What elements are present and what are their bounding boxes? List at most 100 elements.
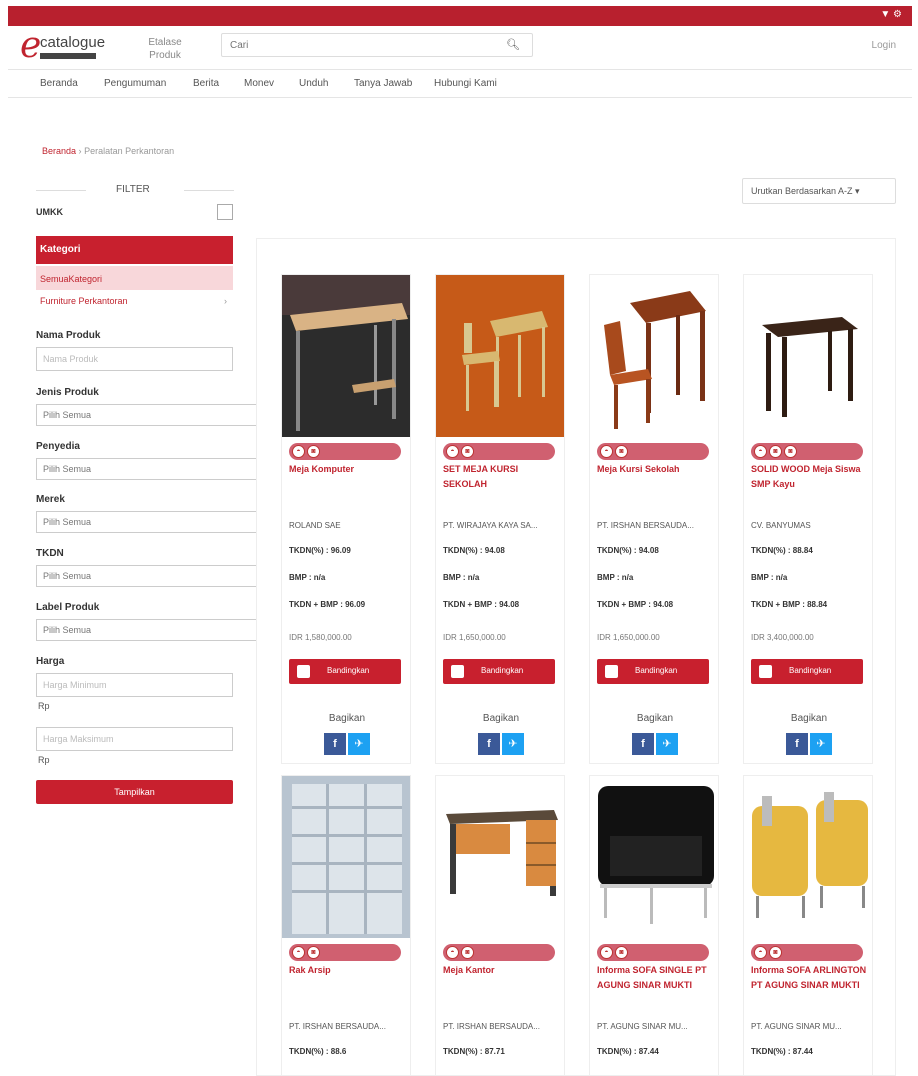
label-produk-select[interactable]: Pilih Semua (36, 619, 260, 641)
umkk-checkbox[interactable] (217, 204, 233, 220)
nav-beranda[interactable]: Beranda (40, 78, 78, 89)
kategori-semua[interactable]: SemuaKategori (36, 266, 233, 290)
product-badges: ◓ ◙ ◙ (751, 443, 863, 460)
compare-checkbox[interactable] (759, 665, 772, 678)
etalase-produk-link[interactable]: Etalase Produk (140, 36, 190, 62)
sort-dropdown[interactable]: Urutkan Berdasarkan A-Z ▾ (742, 178, 896, 204)
facebook-icon[interactable]: f (478, 733, 500, 755)
twitter-icon[interactable]: ✈︎ (810, 733, 832, 755)
tampilkan-button[interactable]: Tampilkan (36, 780, 233, 804)
merek-select[interactable]: Pilih Semua (36, 511, 260, 533)
nama-produk-input[interactable]: Nama Produk (36, 347, 233, 371)
product-name[interactable]: SET MEJA KURSI SEKOLAH (443, 462, 561, 492)
compare-checkbox[interactable] (451, 665, 464, 678)
header: e catalogue Etalase Produk 🔍︎ Login (8, 25, 912, 70)
product-seller: ROLAND SAE (289, 521, 341, 530)
product-tkdn-bmp: TKDN + BMP : 94.08 (443, 600, 520, 609)
product-card[interactable]: ◓ ◙ Meja Kantor PT. IRSHAN BERSAUDA... T… (435, 775, 565, 1076)
product-name[interactable]: SOLID WOOD Meja Siswa SMP Kayu (751, 462, 869, 492)
product-card[interactable]: ◓ ◙ Rak Arsip PT. IRSHAN BERSAUDA... TKD… (281, 775, 411, 1076)
product-card[interactable]: ◓ ◙ Informa SOFA SINGLE PT AGUNG SINAR M… (589, 775, 719, 1076)
compare-button[interactable]: Bandingkan (597, 659, 709, 684)
search-icon[interactable]: 🔍︎ (506, 38, 520, 51)
nav-hubungi-kami[interactable]: Hubungi Kami (434, 78, 497, 89)
nav-monev[interactable]: Monev (244, 78, 274, 89)
search-box: 🔍︎ (221, 33, 533, 57)
search-input[interactable] (222, 34, 492, 56)
kategori-furniture[interactable]: Furniture Perkantoran › (36, 292, 233, 312)
product-card[interactable]: ◓ ◙ Meja Komputer ROLAND SAE TKDN(%) : 9… (281, 274, 411, 764)
jenis-produk-select[interactable]: Pilih Semua (36, 404, 260, 426)
nav-pengumuman[interactable]: Pengumuman (104, 78, 166, 89)
product-card[interactable]: ◓ ◙ SET MEJA KURSI SEKOLAH PT. WIRAJAYA … (435, 274, 565, 764)
product-name[interactable]: Meja Kursi Sekolah (597, 462, 715, 477)
product-price: IDR 1,650,000.00 (443, 633, 506, 642)
main-nav: Beranda Pengumuman Berita Monev Unduh Ta… (8, 70, 912, 98)
product-image[interactable] (590, 275, 719, 437)
badge-icon: ◓ (292, 946, 305, 959)
tkdn-select[interactable]: Pilih Semua (36, 565, 260, 587)
harga-min-input[interactable]: Harga Minimum (36, 673, 233, 697)
product-bmp: BMP : n/a (289, 573, 326, 582)
twitter-icon[interactable]: ✈︎ (502, 733, 524, 755)
share-label: Bagikan (636, 713, 674, 724)
nav-berita[interactable]: Berita (193, 78, 219, 89)
umkk-label: UMKK (36, 207, 63, 217)
product-name[interactable]: Rak Arsip (289, 963, 407, 978)
share-label: Bagikan (790, 713, 828, 724)
product-name[interactable]: Informa SOFA ARLINGTON PT AGUNG SINAR MU… (751, 963, 869, 993)
login-link[interactable]: Login (872, 40, 896, 51)
product-card[interactable]: ◓ ◙ ◙ SOLID WOOD Meja Siswa SMP Kayu CV.… (743, 274, 873, 764)
top-bar: ▼ ⚙ (8, 6, 912, 26)
product-tkdn: TKDN(%) : 96.09 (289, 546, 351, 555)
badge-icon: ◙ (461, 946, 474, 959)
user-icon[interactable]: ▼ ⚙ (880, 9, 902, 20)
product-image[interactable] (282, 275, 411, 437)
compare-checkbox[interactable] (297, 665, 310, 678)
compare-checkbox[interactable] (605, 665, 618, 678)
product-card[interactable]: ◓ ◙ Informa SOFA ARLINGTON PT AGUNG SINA… (743, 775, 873, 1076)
logo[interactable]: e catalogue (20, 25, 120, 66)
twitter-icon[interactable]: ✈︎ (656, 733, 678, 755)
nav-tanya-jawab[interactable]: Tanya Jawab (354, 78, 412, 89)
badge-icon: ◙ (615, 445, 628, 458)
compare-button[interactable]: Bandingkan (443, 659, 555, 684)
compare-button[interactable]: Bandingkan (751, 659, 863, 684)
harga-max-input[interactable]: Harga Maksimum (36, 727, 233, 751)
product-badges: ◓ ◙ (289, 443, 401, 460)
badge-icon: ◓ (446, 946, 459, 959)
badge-icon: ◙ (307, 445, 320, 458)
breadcrumb-current: Peralatan Perkantoran (84, 146, 175, 156)
product-image[interactable] (436, 776, 565, 938)
badge-icon: ◓ (446, 445, 459, 458)
facebook-icon[interactable]: f (324, 733, 346, 755)
breadcrumb-home[interactable]: Beranda (42, 146, 76, 156)
compare-button[interactable]: Bandingkan (289, 659, 401, 684)
facebook-icon[interactable]: f (632, 733, 654, 755)
product-badges: ◓ ◙ (289, 944, 401, 961)
product-seller: PT. IRSHAN BERSAUDA... (597, 521, 694, 530)
product-seller: PT. AGUNG SINAR MU... (597, 1022, 688, 1031)
merek-label: Merek (36, 494, 65, 505)
product-image[interactable] (744, 275, 873, 437)
product-image[interactable] (744, 776, 873, 938)
product-name[interactable]: Meja Komputer (289, 462, 407, 477)
twitter-icon[interactable]: ✈︎ (348, 733, 370, 755)
product-card[interactable]: ◓ ◙ Meja Kursi Sekolah PT. IRSHAN BERSAU… (589, 274, 719, 764)
product-seller: CV. BANYUMAS (751, 521, 811, 530)
share-label: Bagikan (482, 713, 520, 724)
product-name[interactable]: Informa SOFA SINGLE PT AGUNG SINAR MUKTI (597, 963, 715, 993)
penyedia-select[interactable]: Pilih Semua (36, 458, 260, 480)
product-tkdn-bmp: TKDN + BMP : 88.84 (751, 600, 828, 609)
badge-icon: ◙ (307, 946, 320, 959)
badge-icon: ◓ (600, 946, 613, 959)
product-image[interactable] (590, 776, 719, 938)
product-price: IDR 3,400,000.00 (751, 633, 814, 642)
nav-unduh[interactable]: Unduh (299, 78, 328, 89)
product-image[interactable] (282, 776, 411, 938)
product-image[interactable] (436, 275, 565, 437)
product-bmp: BMP : n/a (751, 573, 788, 582)
product-seller: PT. IRSHAN BERSAUDA... (443, 1022, 540, 1031)
facebook-icon[interactable]: f (786, 733, 808, 755)
product-name[interactable]: Meja Kantor (443, 963, 561, 978)
